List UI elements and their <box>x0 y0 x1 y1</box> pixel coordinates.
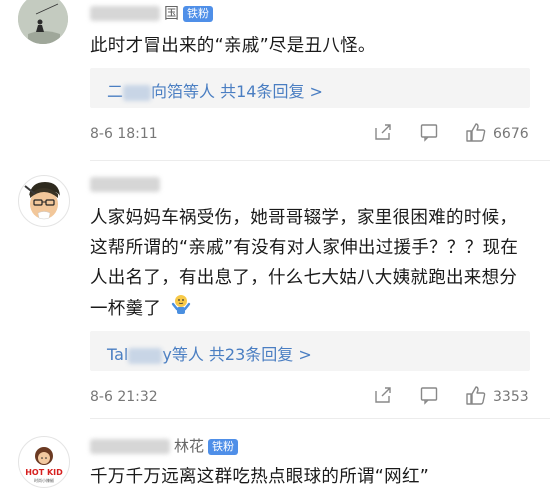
reply-user-prefix: Tal <box>107 345 129 364</box>
comment-icon[interactable] <box>419 122 439 146</box>
comment-text-body: 人家妈妈车祸受伤，她哥哥辍学，家里很困难的时候，这帮所谓的“亲戚”有没有对人家伸… <box>90 208 519 319</box>
like-count: 3353 <box>493 389 529 405</box>
emoji-shrug-icon <box>170 293 192 325</box>
comment-footer: 8-6 21:32 3353 <box>90 385 550 411</box>
avatar-brand-subtext: 时尚小辣椒 <box>34 477 54 483</box>
avatar[interactable] <box>18 175 70 227</box>
comment-2: 人家妈妈车祸受伤，她哥哥辍学，家里很困难的时候，这帮所谓的“亲戚”有没有对人家伸… <box>0 160 550 420</box>
avatar[interactable]: HOT KID 时尚小辣椒 <box>18 436 70 488</box>
reply-user-blurred <box>128 347 163 364</box>
timestamp: 8-6 18:11 <box>90 126 158 142</box>
username[interactable]: 国铁粉 <box>90 2 214 23</box>
comment-footer: 8-6 18:11 6676 <box>90 122 550 148</box>
share-icon[interactable] <box>373 122 393 146</box>
avatar-brand-text: HOT KID <box>25 468 63 477</box>
comment-text: 此时才冒出来的“亲戚”尽是丑八怪。 <box>90 36 376 56</box>
username-blurred <box>90 177 160 192</box>
comment-text: 千万千万远离这群吃热点眼球的所谓“网红” <box>90 467 430 487</box>
like-icon[interactable] <box>465 121 487 147</box>
avatar-hotkid-logo: HOT KID 时尚小辣椒 <box>25 447 63 483</box>
comment-icon[interactable] <box>419 385 439 409</box>
fan-badge: 铁粉 <box>208 438 239 455</box>
comment-text: 人家妈妈车祸受伤，她哥哥辍学，家里很困难的时候，这帮所谓的“亲戚”有没有对人家伸… <box>90 203 530 325</box>
avatar-cartoon-image <box>24 182 60 220</box>
reply-user-blurred <box>123 84 152 101</box>
reply-count-link[interactable]: 向箔等人 共14条回复 > <box>151 82 323 101</box>
username-blurred <box>90 6 160 21</box>
avatar-fisherman-image <box>18 0 68 44</box>
timestamp: 8-6 21:32 <box>90 389 158 405</box>
share-icon[interactable] <box>373 385 393 409</box>
like-icon[interactable] <box>465 384 487 410</box>
comment-1: 国铁粉 此时才冒出来的“亲戚”尽是丑八怪。 二 向箔等人 共14条回复 > 8-6… <box>0 0 550 160</box>
like-count: 6676 <box>493 126 529 142</box>
reply-summary[interactable]: Tal y等人 共23条回复 > <box>90 331 530 371</box>
reply-count-link[interactable]: y等人 共23条回复 > <box>162 345 311 364</box>
username-visible: 国 <box>164 4 180 22</box>
username-visible: 林花 <box>174 437 205 455</box>
fan-badge: 铁粉 <box>183 5 214 22</box>
comment-3: HOT KID 时尚小辣椒 林花 铁粉 千万千万远离这群吃热点眼球的所谓“网红” <box>0 420 550 500</box>
divider <box>90 418 550 419</box>
reply-user-prefix: 二 <box>107 82 124 101</box>
reply-summary[interactable]: 二 向箔等人 共14条回复 > <box>90 68 530 108</box>
username[interactable]: 林花 铁粉 <box>90 435 239 456</box>
username[interactable] <box>90 175 164 193</box>
username-blurred <box>90 439 170 454</box>
avatar[interactable] <box>18 0 68 44</box>
